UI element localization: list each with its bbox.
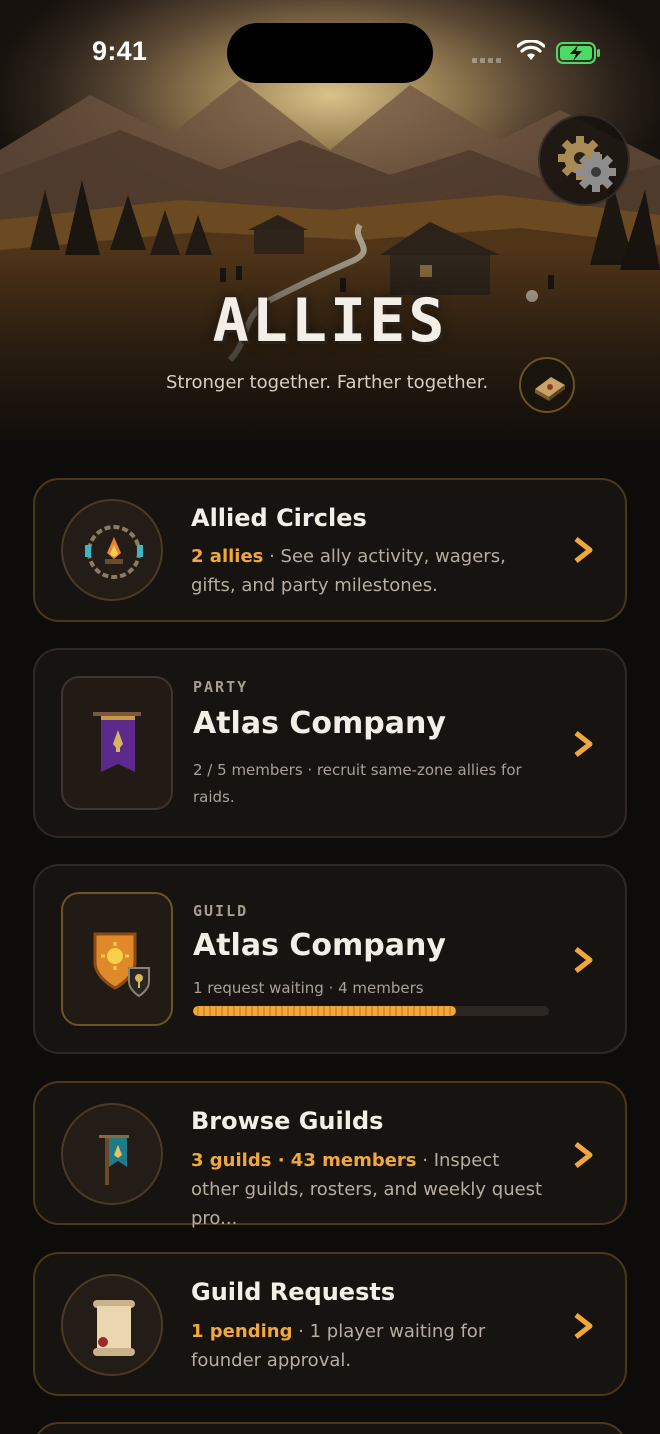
page-title: ALLIES <box>212 286 448 356</box>
card-description: 2 allies · See ally activity, wagers, gi… <box>191 546 506 596</box>
card-title: Allied Circles <box>191 504 367 532</box>
guild-card[interactable]: GUILD Atlas Company 1 request waiting · … <box>33 864 627 1054</box>
scroll-icon <box>93 1300 135 1356</box>
section-kicker: GUILD <box>193 902 249 920</box>
guild-banner-icon <box>99 1135 129 1185</box>
chevron-right-icon <box>574 947 593 973</box>
pending-count: 1 pending <box>191 1321 293 1342</box>
dynamic-island <box>227 23 433 83</box>
guild-progress-fill <box>193 1006 457 1016</box>
chevron-right-icon <box>574 537 593 563</box>
battery-charging-icon <box>556 42 600 64</box>
gear-icon <box>558 136 616 192</box>
allied-circles-card[interactable]: Allied Circles 2 allies · See ally activ… <box>33 478 627 622</box>
chevron-right-icon <box>574 731 593 757</box>
chevron-right-icon <box>574 1142 593 1168</box>
party-card[interactable]: PARTY Atlas Company 2 / 5 members · recr… <box>33 648 627 838</box>
guild-requests-card[interactable]: Guild Requests 1 pending · 1 player wait… <box>33 1252 627 1396</box>
party-description: 2 / 5 members · recruit same-zone allies… <box>193 761 522 806</box>
guild-shield-icon <box>93 932 150 998</box>
browse-guilds-card[interactable]: Browse Guilds 3 guilds · 43 members · In… <box>33 1081 627 1229</box>
chevron-right-icon <box>574 1313 593 1339</box>
guild-status: 1 request waiting · 4 members <box>193 979 424 997</box>
page-subtitle: Stronger together. Farther together. <box>166 372 489 393</box>
party-name: Atlas Company <box>193 706 446 741</box>
settings-button[interactable] <box>538 114 630 206</box>
status-time: 9:41 <box>92 36 148 66</box>
card-description: 3 guilds · 43 members · Inspect other gu… <box>191 1150 543 1229</box>
codex-button[interactable] <box>519 357 575 413</box>
campfire-icon <box>85 525 143 579</box>
section-kicker: PARTY <box>193 678 249 696</box>
next-card[interactable] <box>33 1422 627 1434</box>
card-title: Browse Guilds <box>191 1107 384 1135</box>
guild-progress-bar <box>193 1006 549 1016</box>
guild-name: Atlas Company <box>193 928 446 963</box>
card-description: 1 pending · 1 player waiting for founder… <box>191 1321 486 1371</box>
ally-count: 2 allies <box>191 546 264 567</box>
card-title: Guild Requests <box>191 1278 396 1306</box>
book-icon <box>535 377 565 401</box>
cellular-signal-icon <box>472 58 506 63</box>
wifi-icon <box>517 40 545 60</box>
purple-banner-icon <box>93 712 141 772</box>
guild-stats: 3 guilds · 43 members <box>191 1150 417 1171</box>
